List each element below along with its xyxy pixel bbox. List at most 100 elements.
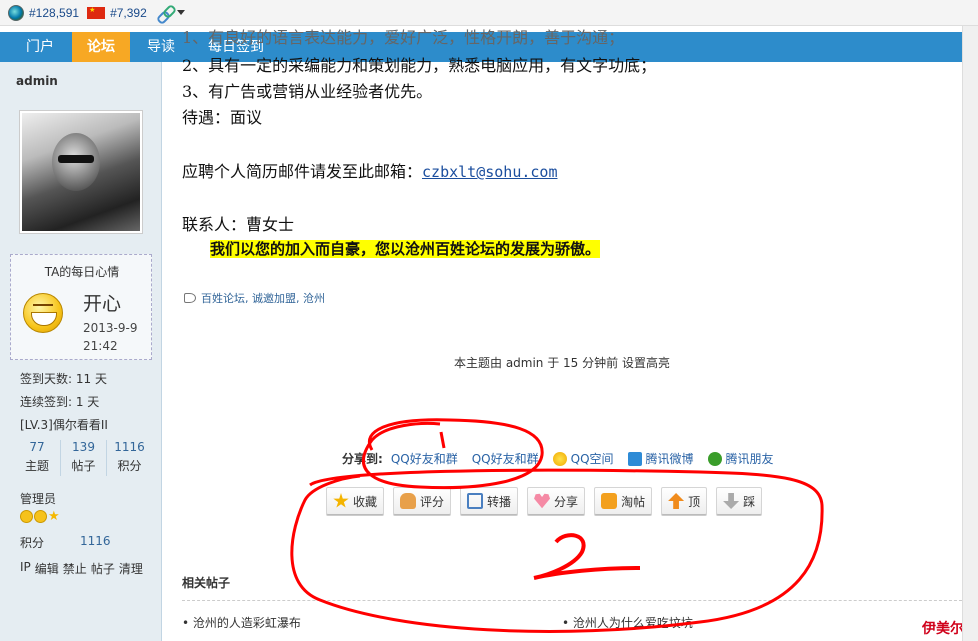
repost-icon (467, 493, 484, 509)
link-icon[interactable] (157, 5, 173, 21)
favorite-button[interactable]: 收藏 (326, 487, 385, 515)
tencent-weibo-icon (627, 451, 642, 466)
upvote-label: 顶 (688, 494, 701, 509)
heart-icon (534, 493, 551, 509)
sign-streak: 连续签到: 1 天 (20, 395, 100, 409)
post-line-4: 待遇：面议 (182, 108, 263, 127)
count-posts[interactable]: 139 帖子 (60, 440, 106, 476)
happy-face-icon (23, 293, 63, 333)
user-level[interactable]: [LV.3]偶尔看看II (20, 416, 108, 433)
star-icon: ★ (48, 509, 60, 524)
share-button[interactable]: 分享 (527, 487, 586, 515)
admin-link-ip[interactable]: IP (20, 560, 31, 577)
post-content: 1、有良好的语言表达能力，爱好广泛，性格开朗，善于沟通； 2、具有一定的采编能力… (182, 0, 972, 641)
collect-label: 淘帖 (621, 494, 646, 509)
rank-icons: ★ (20, 510, 62, 524)
share-label: 分享到: (342, 452, 383, 466)
share-qzone-label: QQ空间 (570, 452, 614, 466)
admin-link-clean[interactable]: 清理 (119, 560, 143, 577)
collect-icon (601, 493, 618, 509)
china-flag-icon (87, 6, 106, 19)
post-tags: 百姓论坛, 诚邀加盟, 沧州 (184, 290, 325, 306)
upvote-button[interactable]: 顶 (661, 487, 708, 515)
admin-link-posts[interactable]: 帖子 (91, 560, 115, 577)
repost-label: 转播 (487, 494, 512, 509)
count-label: 积分 (117, 459, 142, 473)
globe-icon (8, 4, 24, 21)
collect-button[interactable]: 淘帖 (594, 487, 653, 515)
credit-label: 积分 (20, 536, 45, 550)
repost-button[interactable]: 转播 (460, 487, 519, 515)
related-divider (182, 600, 972, 601)
post-action-bar: 收藏 评分 转播 分享 淘帖 顶 踩 (326, 487, 771, 515)
avatar[interactable] (19, 110, 143, 234)
avatar-image (22, 113, 140, 231)
slogan-text: 我们以您的加入而自豪，您以沧州百姓论坛的发展为骄傲。 (210, 240, 601, 258)
related-item[interactable]: 沧州人为什么爱吃坟坑 (562, 614, 693, 631)
related-item[interactable]: 沧州的人造彩虹瀑布 (182, 614, 301, 631)
related-title: 相关帖子 (182, 576, 231, 590)
mood-time: 21:42 (83, 339, 118, 353)
qzone-icon (552, 451, 567, 466)
star-icon (333, 493, 349, 508)
share-qq-friends-label: QQ好友和群 (390, 452, 458, 466)
user-group[interactable]: 管理员 (20, 490, 56, 507)
author-counts: 77 主题 139 帖子 1116 积分 (14, 440, 154, 476)
mood-date: 2013-9-9 (83, 321, 138, 335)
count-threads[interactable]: 77 主题 (14, 440, 60, 476)
count-label: 主题 (24, 459, 49, 473)
scrollbar[interactable] (962, 26, 978, 641)
post-slogan: 我们以您的加入而自豪，您以沧州百姓论坛的发展为骄傲。 (210, 238, 601, 259)
post-line-3: 3、有广告或营销从业经验者优先。 (182, 82, 433, 101)
count-num: 139 (72, 440, 95, 454)
share-qq-group[interactable]: QQ好友和群 (472, 450, 539, 467)
nav-guide[interactable]: 导读 (134, 32, 188, 62)
tag-icon (184, 293, 196, 303)
author-name[interactable]: admin (16, 74, 58, 88)
count-num: 1116 (114, 440, 145, 454)
tag-separator: , (296, 291, 303, 305)
credit-value: 1116 (80, 534, 111, 548)
share-action-label: 分享 (554, 494, 579, 509)
global-rank[interactable]: #128,591 (8, 4, 80, 21)
rate-label: 评分 (420, 494, 445, 509)
post-contact: 联系人：曹女士 (182, 215, 295, 234)
email-link[interactable]: czbxlt@sohu.com (422, 163, 557, 181)
share-qq-group-label: QQ好友和群 (471, 452, 539, 466)
brand-text: 伊美尔 (922, 621, 964, 637)
thumbs-up-icon (400, 493, 417, 509)
tag-link[interactable]: 沧州 (303, 290, 325, 306)
admin-links: IP 编辑 禁止 帖子 清理 (20, 560, 143, 577)
highlight-notice: 本主题由 admin 于 15 分钟前 设置高亮 (454, 356, 670, 370)
admin-link-ban[interactable]: 禁止 (63, 560, 87, 577)
share-qq-friends[interactable]: QQ好友和群 (391, 450, 458, 467)
share-pengyou-label: 腾讯朋友 (725, 452, 774, 466)
admin-link-edit[interactable]: 编辑 (35, 560, 59, 577)
post-email-line: 应聘个人简历邮件请发至此邮箱：czbxlt@sohu.com (182, 158, 557, 182)
post-line-1: 1、有良好的语言表达能力，爱好广泛，性格开朗，善于沟通； (182, 28, 625, 47)
smile-icon (34, 510, 47, 523)
tag-link[interactable]: 诚邀加盟 (252, 290, 296, 306)
share-tencent-pengyou[interactable]: 腾讯朋友 (707, 450, 774, 467)
downvote-label: 踩 (743, 494, 756, 509)
nav-forum[interactable]: 论坛 (72, 32, 130, 62)
share-bar: 分享到: QQ好友和群 QQ好友和群 QQ空间 腾讯微博 腾讯朋友 (342, 450, 788, 467)
count-num: 77 (29, 440, 45, 454)
tag-link[interactable]: 百姓论坛 (201, 290, 245, 306)
email-prefix: 应聘个人简历邮件请发至此邮箱： (182, 162, 423, 181)
china-rank[interactable]: #7,392 (87, 6, 147, 20)
clover-icon (707, 451, 722, 466)
count-label: 帖子 (71, 459, 96, 473)
share-qzone[interactable]: QQ空间 (552, 450, 614, 467)
sign-days: 签到天数: 11 天 (20, 372, 107, 386)
global-rank-value: #128,591 (29, 5, 80, 20)
mood-box: TA的每日心情 开心 2013-9-9 21:42 (10, 254, 152, 360)
count-credits[interactable]: 1116 积分 (106, 440, 152, 476)
rate-button[interactable]: 评分 (393, 487, 452, 515)
nav-portal[interactable]: 门户 (12, 32, 68, 62)
share-tencent-weibo[interactable]: 腾讯微博 (627, 450, 694, 467)
share-weibo-label: 腾讯微博 (645, 452, 694, 466)
favorite-label: 收藏 (353, 494, 378, 509)
downvote-button[interactable]: 踩 (716, 487, 763, 515)
author-sidebar: admin TA的每日心情 开心 2013-9-9 21:42 签到天数: 11… (0, 62, 162, 641)
